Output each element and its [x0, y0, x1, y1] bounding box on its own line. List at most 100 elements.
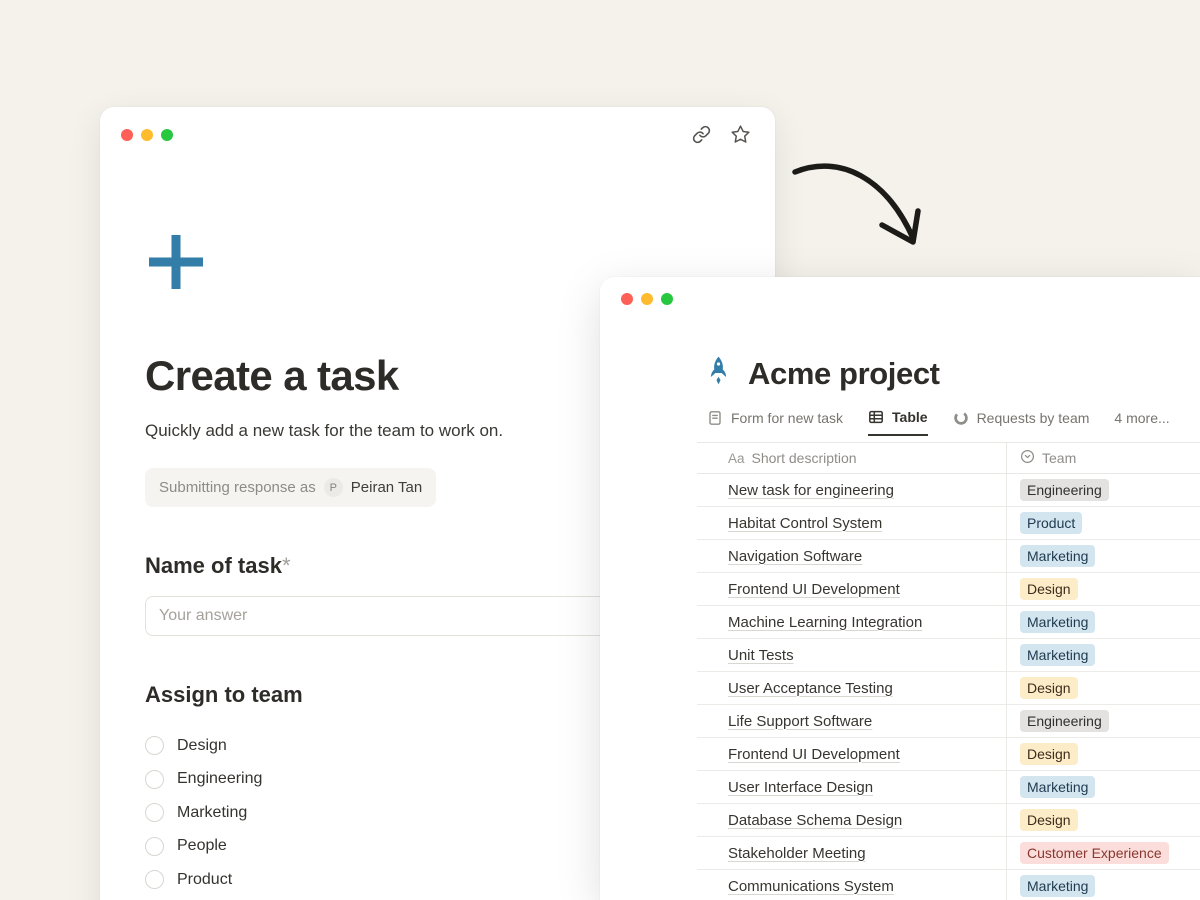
radio-icon[interactable]	[145, 770, 164, 789]
team-tag[interactable]: Marketing	[1020, 545, 1095, 567]
cell-team[interactable]: Marketing	[1006, 540, 1200, 572]
task-description[interactable]: Frontend UI Development	[728, 746, 900, 763]
cell-team[interactable]: Design	[1006, 573, 1200, 605]
task-description[interactable]: Stakeholder Meeting	[728, 845, 866, 862]
table-row[interactable]: Database Schema Design Design	[697, 804, 1200, 837]
cell-short-description[interactable]: Frontend UI Development	[697, 573, 1006, 605]
cell-short-description[interactable]: Life Support Software	[697, 705, 1006, 737]
radio-icon[interactable]	[145, 870, 164, 889]
cell-team[interactable]: Marketing	[1006, 639, 1200, 671]
cell-team[interactable]: Customer Experience	[1006, 837, 1200, 869]
tab-form-for-new-task[interactable]: Form for new task	[707, 410, 843, 435]
close-button[interactable]	[121, 129, 133, 141]
cell-short-description[interactable]: Frontend UI Development	[697, 738, 1006, 770]
column-header-short-description[interactable]: Aa Short description	[697, 443, 1006, 473]
radio-icon[interactable]	[145, 736, 164, 755]
link-icon[interactable]	[692, 125, 711, 144]
table-row[interactable]: Unit Tests Marketing	[697, 639, 1200, 672]
cell-short-description[interactable]: Database Schema Design	[697, 804, 1006, 836]
table-row[interactable]: Frontend UI Development Design	[697, 573, 1200, 606]
task-description[interactable]: Habitat Control System	[728, 515, 882, 532]
submitting-as-label: Submitting response as	[159, 479, 316, 496]
column-header-team[interactable]: Team	[1006, 443, 1200, 473]
title-icon: Aa	[728, 451, 745, 466]
column-label: Team	[1042, 450, 1076, 466]
team-tag[interactable]: Design	[1020, 578, 1078, 600]
team-tag[interactable]: Marketing	[1020, 611, 1095, 633]
star-icon[interactable]	[730, 124, 751, 145]
table-row[interactable]: Communications System Marketing	[697, 870, 1200, 900]
cell-short-description[interactable]: Stakeholder Meeting	[697, 837, 1006, 869]
table-row[interactable]: User Interface Design Marketing	[697, 771, 1200, 804]
team-tag[interactable]: Engineering	[1020, 710, 1109, 732]
cell-team[interactable]: Marketing	[1006, 771, 1200, 803]
table-body: New task for engineering Engineering Habit…	[697, 474, 1200, 900]
cell-short-description[interactable]: Unit Tests	[697, 639, 1006, 671]
tab-4-more[interactable]: 4 more...	[1114, 410, 1169, 435]
table-row[interactable]: Life Support Software Engineering	[697, 705, 1200, 738]
cell-short-description[interactable]: Navigation Software	[697, 540, 1006, 572]
team-tag[interactable]: Product	[1020, 512, 1082, 534]
cell-team[interactable]: Design	[1006, 738, 1200, 770]
rocket-icon[interactable]	[707, 356, 730, 392]
tab-table[interactable]: Table	[868, 409, 928, 436]
cell-team[interactable]: Design	[1006, 672, 1200, 704]
donut-chart-icon	[953, 410, 969, 426]
cell-team[interactable]: Product	[1006, 507, 1200, 539]
task-description[interactable]: Frontend UI Development	[728, 581, 900, 598]
minimize-button[interactable]	[641, 293, 653, 305]
table-row[interactable]: User Acceptance Testing Design	[697, 672, 1200, 705]
team-tag[interactable]: Design	[1020, 677, 1078, 699]
form-icon	[707, 410, 723, 426]
team-tag[interactable]: Marketing	[1020, 776, 1095, 798]
cell-team[interactable]: Design	[1006, 804, 1200, 836]
zoom-button[interactable]	[161, 129, 173, 141]
team-tag[interactable]: Design	[1020, 809, 1078, 831]
table-row[interactable]: New task for engineering Engineering	[697, 474, 1200, 507]
required-marker: *	[282, 553, 291, 578]
task-description[interactable]: Unit Tests	[728, 647, 794, 664]
table-row[interactable]: Stakeholder Meeting Customer Experience	[697, 837, 1200, 870]
team-tag[interactable]: Design	[1020, 743, 1078, 765]
cell-short-description[interactable]: Machine Learning Integration	[697, 606, 1006, 638]
cell-short-description[interactable]: User Acceptance Testing	[697, 672, 1006, 704]
traffic-lights	[621, 293, 673, 305]
avatar: P	[324, 478, 343, 497]
team-tag[interactable]: Marketing	[1020, 644, 1095, 666]
cell-team[interactable]: Engineering	[1006, 705, 1200, 737]
cell-short-description[interactable]: Communications System	[697, 870, 1006, 900]
table-row[interactable]: Frontend UI Development Design	[697, 738, 1200, 771]
column-label: Short description	[752, 450, 857, 466]
cell-team[interactable]: Engineering	[1006, 474, 1200, 506]
radio-icon[interactable]	[145, 837, 164, 856]
task-description[interactable]: Navigation Software	[728, 548, 862, 565]
team-tag[interactable]: Marketing	[1020, 875, 1095, 897]
table-row[interactable]: Navigation Software Marketing	[697, 540, 1200, 573]
submitter-name: Peiran Tan	[351, 479, 422, 496]
table-row[interactable]: Habitat Control System Product	[697, 507, 1200, 540]
table-row[interactable]: Machine Learning Integration Marketing	[697, 606, 1200, 639]
cell-short-description[interactable]: User Interface Design	[697, 771, 1006, 803]
task-description[interactable]: User Interface Design	[728, 779, 873, 796]
team-tag[interactable]: Engineering	[1020, 479, 1109, 501]
table-icon	[868, 409, 884, 425]
task-description[interactable]: Communications System	[728, 878, 894, 895]
view-tabs: Form for new task Table Requests by team 4 …	[707, 409, 1200, 435]
submitting-as-pill: Submitting response as P Peiran Tan	[145, 468, 436, 507]
cell-short-description[interactable]: New task for engineering	[697, 474, 1006, 506]
zoom-button[interactable]	[661, 293, 673, 305]
task-description[interactable]: Database Schema Design	[728, 812, 902, 829]
cell-short-description[interactable]: Habitat Control System	[697, 507, 1006, 539]
cell-team[interactable]: Marketing	[1006, 870, 1200, 900]
task-description[interactable]: Life Support Software	[728, 713, 872, 730]
close-button[interactable]	[621, 293, 633, 305]
minimize-button[interactable]	[141, 129, 153, 141]
radio-icon[interactable]	[145, 803, 164, 822]
task-description[interactable]: User Acceptance Testing	[728, 680, 893, 697]
cell-team[interactable]: Marketing	[1006, 606, 1200, 638]
table-window-titlebar	[600, 277, 1200, 305]
task-description[interactable]: New task for engineering	[728, 482, 894, 499]
team-tag[interactable]: Customer Experience	[1020, 842, 1169, 864]
tab-requests-by-team[interactable]: Requests by team	[953, 410, 1090, 435]
task-description[interactable]: Machine Learning Integration	[728, 614, 922, 631]
